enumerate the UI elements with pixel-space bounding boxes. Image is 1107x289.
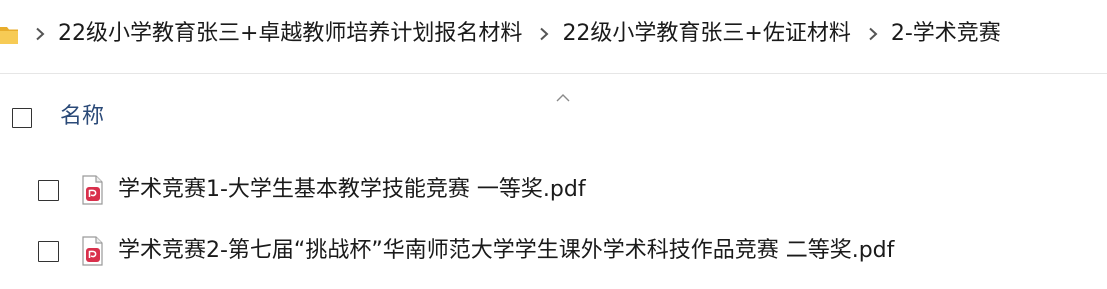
breadcrumb-divider	[0, 73, 1107, 74]
breadcrumb-item-academic-competitions[interactable]: 2-学术竞赛	[891, 23, 1001, 45]
breadcrumb: 22级小学教育张三+卓越教师培养计划报名材料 22级小学教育张三+佐证材料 2-…	[0, 0, 1107, 68]
select-all-checkbox[interactable]	[12, 108, 32, 128]
chevron-right-icon	[34, 27, 46, 41]
file-name[interactable]: 学术竞赛1-大学生基本教学技能竞赛 一等奖.pdf	[118, 177, 586, 203]
chevron-right-icon	[538, 27, 550, 41]
file-row-checkbox[interactable]	[38, 241, 59, 262]
breadcrumb-item-application-materials[interactable]: 22级小学教育张三+卓越教师培养计划报名材料	[58, 23, 522, 45]
breadcrumb-item-supporting-materials[interactable]: 22级小学教育张三+佐证材料	[562, 23, 850, 45]
file-explorer-view: 22级小学教育张三+卓越教师培养计划报名材料 22级小学教育张三+佐证材料 2-…	[0, 0, 1107, 289]
sort-ascending-caret-icon	[555, 88, 571, 102]
file-row[interactable]: 学术竞赛2-第七届“挑战杯”华南师范大学学生课外学术科技作品竞赛 二等奖.pdf	[0, 226, 1107, 276]
pdf-file-icon	[80, 175, 104, 205]
pdf-file-icon	[80, 236, 104, 266]
file-row-checkbox[interactable]	[38, 180, 59, 201]
file-row[interactable]: 学术竞赛1-大学生基本教学技能竞赛 一等奖.pdf	[0, 165, 1107, 215]
chevron-right-icon	[867, 27, 879, 41]
column-header: 名称	[0, 84, 1107, 148]
column-header-name[interactable]: 名称	[60, 104, 104, 130]
file-name[interactable]: 学术竞赛2-第七届“挑战杯”华南师范大学学生课外学术科技作品竞赛 二等奖.pdf	[118, 238, 894, 264]
folder-icon[interactable]	[0, 22, 18, 46]
